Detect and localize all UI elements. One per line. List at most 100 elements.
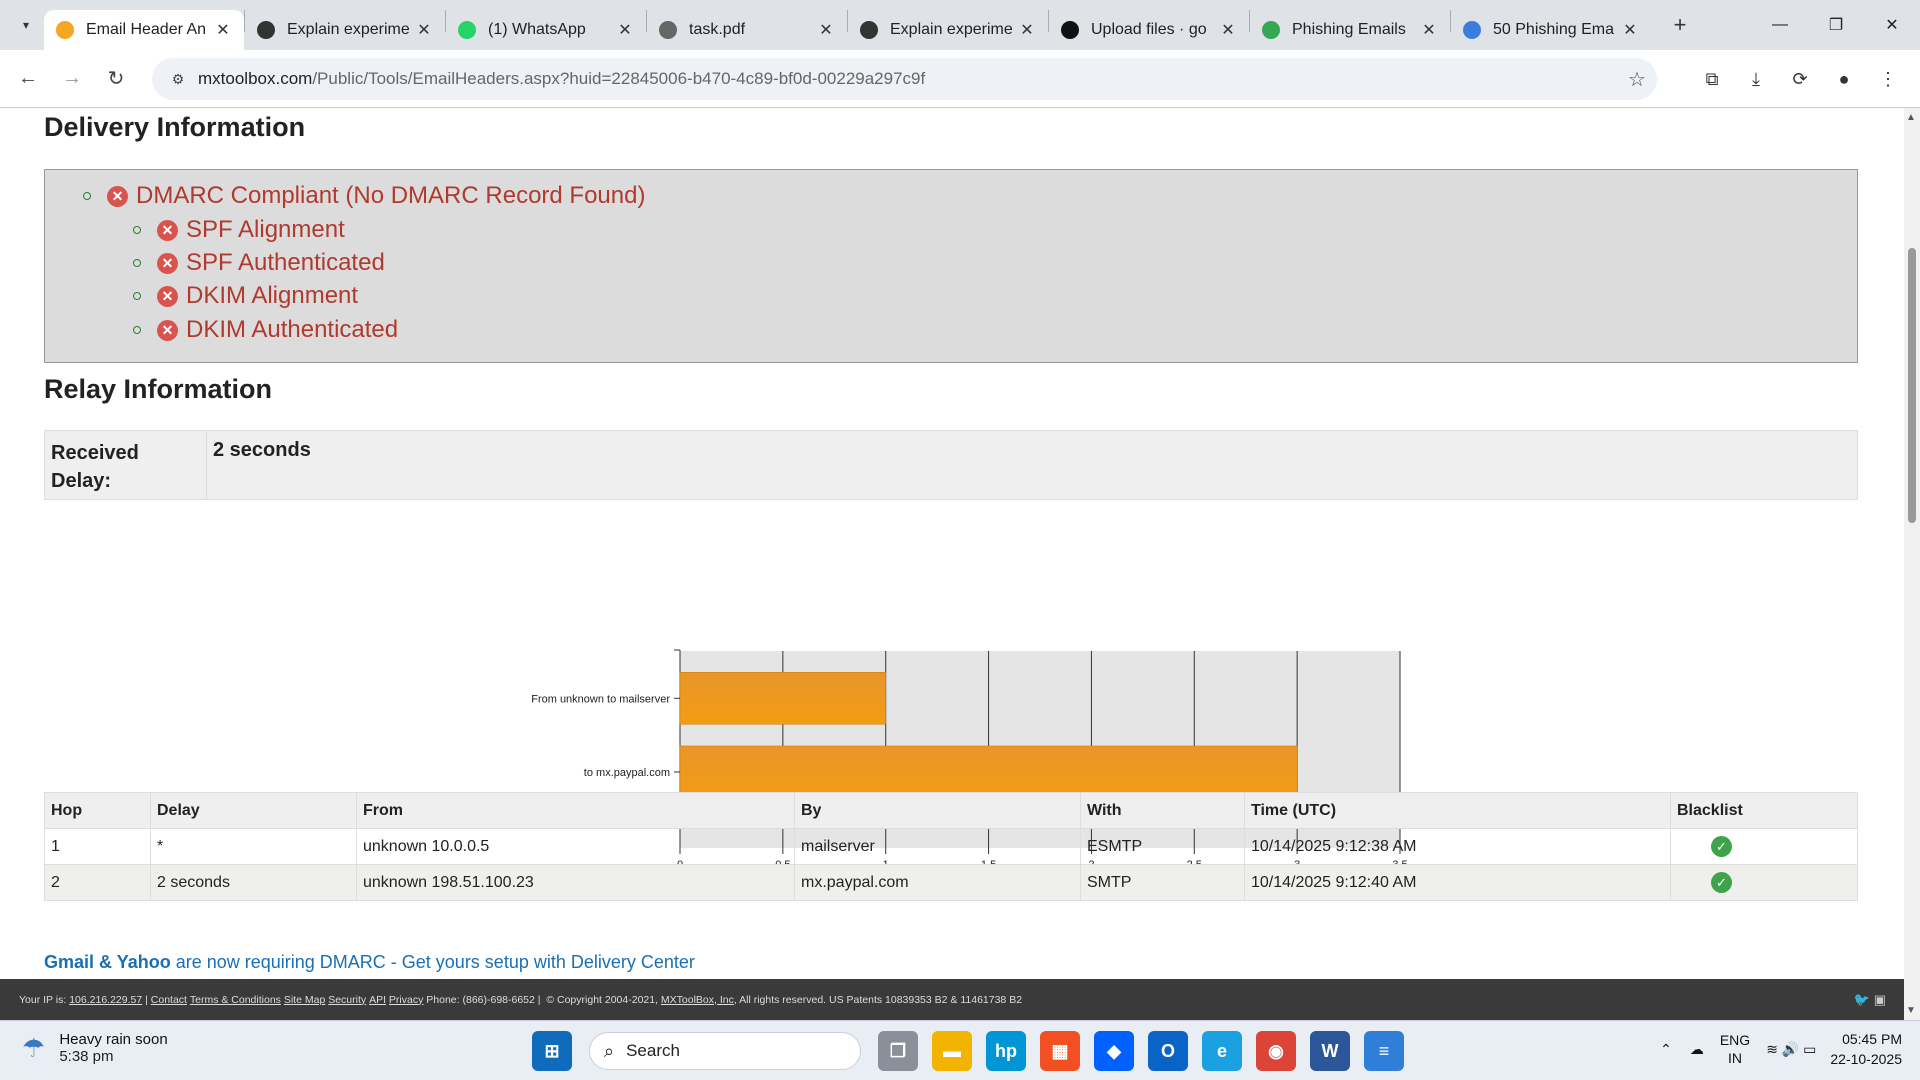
bookmark-star-icon[interactable]: ☆ xyxy=(1617,67,1657,92)
notepad-icon[interactable]: ≡ xyxy=(1364,1031,1404,1071)
start-icon[interactable]: ⊞ xyxy=(532,1031,572,1071)
hp-icon[interactable]: hp xyxy=(986,1031,1026,1071)
battery-icon[interactable]: ▭ xyxy=(1803,1041,1816,1058)
check-icon[interactable]: ✓ xyxy=(1711,872,1732,893)
ip-link[interactable]: 106.216.229.57 xyxy=(69,994,142,1006)
scroll-thumb[interactable] xyxy=(1908,248,1916,523)
language-indicator[interactable]: ENG IN xyxy=(1720,1031,1750,1067)
chevron-up-icon[interactable]: ⌃ xyxy=(1660,1041,1672,1058)
volume-icon[interactable]: 🔊 xyxy=(1782,1041,1799,1058)
performance-icon[interactable]: ⟳ xyxy=(1778,69,1822,90)
tab-title: Email Header An xyxy=(86,21,207,38)
new-tab-button[interactable]: + xyxy=(1665,12,1695,38)
bullet-icon xyxy=(133,292,141,300)
minimize-button[interactable]: — xyxy=(1752,0,1808,50)
menu-icon[interactable]: ⋮ xyxy=(1866,69,1910,90)
col-hop: Hop xyxy=(44,792,151,829)
footer-company-link[interactable]: MXToolBox, Inc xyxy=(661,994,734,1006)
category-label: to mx.paypal.com xyxy=(584,767,670,779)
browser-tab[interactable]: 50 Phishing Ema ✕ xyxy=(1451,10,1651,50)
browser-tab[interactable]: Phishing Emails ✕ xyxy=(1250,10,1450,50)
browser-tab[interactable]: task.pdf ✕ xyxy=(647,10,847,50)
reload-button[interactable]: ↻ xyxy=(94,66,138,91)
check-icon[interactable]: ✓ xyxy=(1711,836,1732,857)
address-bar[interactable]: ⚙ mxtoolbox.com/Public/Tools/EmailHeader… xyxy=(152,58,1657,100)
weather-widget[interactable]: ☂ Heavy rain soon 5:38 pm xyxy=(22,1031,168,1065)
onedrive-icon[interactable]: ☁ xyxy=(1690,1041,1704,1058)
extensions-icon[interactable]: ⧉ xyxy=(1690,69,1734,90)
bullet-icon xyxy=(133,259,141,267)
col-with: With xyxy=(1080,792,1245,829)
task-view-icon[interactable]: ❐ xyxy=(878,1031,918,1071)
browser-tab[interactable]: (1) WhatsApp ✕ xyxy=(446,10,646,50)
rain-cloud-icon: ☂ xyxy=(22,1032,46,1063)
url-host: mxtoolbox.com xyxy=(198,69,313,88)
tab-search-button[interactable]: ▾ xyxy=(8,7,44,43)
col-from: From xyxy=(356,792,795,829)
store-icon[interactable]: ▦ xyxy=(1040,1031,1080,1071)
footer-link-sitemap[interactable]: Site Map xyxy=(284,994,325,1006)
outlook-icon[interactable]: O xyxy=(1148,1031,1188,1071)
lang-bottom: IN xyxy=(1728,1050,1743,1066)
spf-authenticated-item: ✕ SPF Authenticated xyxy=(133,249,385,277)
chrome-icon[interactable]: ◉ xyxy=(1256,1031,1296,1071)
footer-link-privacy[interactable]: Privacy xyxy=(389,994,423,1006)
close-window-button[interactable]: ✕ xyxy=(1864,0,1920,50)
close-tab-icon[interactable]: ✕ xyxy=(817,20,835,40)
page-scrollbar[interactable]: ▲ ▼ xyxy=(1904,108,1920,1020)
ip-label: Your IP is: xyxy=(19,993,67,1006)
restore-button[interactable]: ❐ xyxy=(1808,0,1864,50)
site-info-icon[interactable]: ⚙ xyxy=(158,71,198,88)
close-tab-icon[interactable]: ✕ xyxy=(214,20,232,40)
browser-tab[interactable]: Explain experime ✕ xyxy=(245,10,445,50)
wifi-icon[interactable]: ≋ xyxy=(1766,1041,1778,1058)
back-button[interactable]: ← xyxy=(6,67,50,90)
bullet-icon xyxy=(83,192,91,200)
whatsapp-icon xyxy=(458,21,476,39)
close-tab-icon[interactable]: ✕ xyxy=(1219,20,1237,40)
browser-tab[interactable]: Email Header An ✕ xyxy=(44,10,244,50)
cell-from: unknown 198.51.100.23 xyxy=(356,864,795,901)
dkim-authenticated-item: ✕ DKIM Authenticated xyxy=(133,316,398,344)
clock[interactable]: 05:45 PM 22-10-2025 xyxy=(1830,1029,1902,1069)
forward-button[interactable]: → xyxy=(50,67,94,90)
close-tab-icon[interactable]: ✕ xyxy=(1018,20,1036,40)
tab-title: Explain experime xyxy=(287,21,410,38)
close-tab-icon[interactable]: ✕ xyxy=(1420,20,1438,40)
footer-link-api[interactable]: API xyxy=(369,994,386,1006)
taskbar-search[interactable]: ⌕ Search xyxy=(589,1032,861,1070)
word-icon[interactable]: W xyxy=(1310,1031,1350,1071)
scroll-up-icon[interactable]: ▲ xyxy=(1906,112,1916,123)
cell-time: 10/14/2025 9:12:38 AM xyxy=(1244,828,1671,865)
clock-time: 05:45 PM xyxy=(1842,1031,1902,1047)
error-icon: ✕ xyxy=(107,185,128,207)
cell-blacklist: ✓ xyxy=(1670,828,1858,865)
cell-delay: 2 seconds xyxy=(150,864,357,901)
edge-icon[interactable]: e xyxy=(1202,1031,1242,1071)
browser-tab[interactable]: Explain experime ✕ xyxy=(848,10,1048,50)
profile-avatar[interactable]: ● xyxy=(1822,69,1866,90)
cell-delay: * xyxy=(150,828,357,865)
error-icon: ✕ xyxy=(157,285,178,307)
close-tab-icon[interactable]: ✕ xyxy=(1621,20,1639,40)
tab-title: (1) WhatsApp xyxy=(488,21,586,38)
footer-link-security[interactable]: Security xyxy=(328,994,366,1006)
promo-link[interactable]: Get yours setup with Delivery Center xyxy=(402,952,695,972)
dmarc-promo[interactable]: Gmail & Yahoo are now requiring DMARC - … xyxy=(44,952,695,973)
close-tab-icon[interactable]: ✕ xyxy=(616,20,634,40)
toolbar-actions: ⧉ ⤓ ⟳ ● ⋮ xyxy=(1690,50,1910,108)
footer-link-contact[interactable]: Contact xyxy=(151,994,187,1006)
close-tab-icon[interactable]: ✕ xyxy=(415,20,433,40)
scroll-down-icon[interactable]: ▼ xyxy=(1906,1005,1916,1016)
file-explorer-icon[interactable]: ▬ xyxy=(932,1031,972,1071)
footer-phone: Phone: (866)-698-6652 xyxy=(426,993,535,1006)
browser-tab[interactable]: Upload files · go ✕ xyxy=(1049,10,1249,50)
tab-title: Phishing Emails xyxy=(1292,21,1406,38)
bullet-icon xyxy=(133,326,141,334)
footer-link-terms[interactable]: Terms & Conditions xyxy=(190,994,281,1006)
dropbox-icon[interactable]: ◆ xyxy=(1094,1031,1134,1071)
clock-date: 22-10-2025 xyxy=(1830,1051,1902,1067)
social-icons[interactable]: 🐦 ▣ xyxy=(1854,992,1886,1008)
weather-title: Heavy rain soon xyxy=(59,1031,168,1048)
downloads-icon[interactable]: ⤓ xyxy=(1734,69,1778,90)
